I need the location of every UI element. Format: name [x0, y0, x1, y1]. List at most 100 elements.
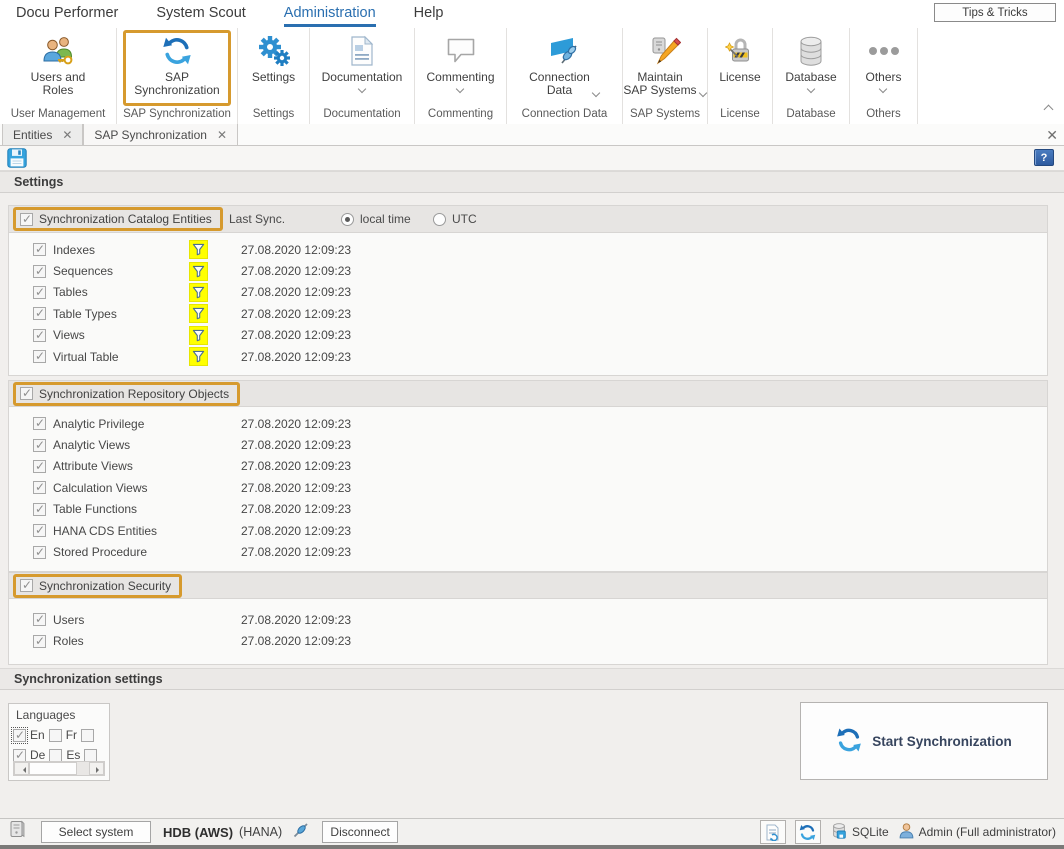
help-book-icon[interactable]	[1034, 149, 1054, 166]
select-system-button[interactable]: Select system	[41, 821, 151, 843]
ribbon-group-others: Others Others	[850, 28, 918, 124]
language-fr-checkbox[interactable]	[49, 729, 62, 742]
row-checkbox[interactable]	[33, 613, 46, 626]
row-checkbox[interactable]	[33, 265, 46, 278]
language-en-checkbox[interactable]	[13, 729, 26, 742]
languages-title: Languages	[9, 704, 109, 725]
security-row-users: Users 27.08.2020 12:09:23	[9, 609, 1047, 630]
row-checkbox[interactable]	[33, 635, 46, 648]
close-pane-icon[interactable]: ✕	[1046, 127, 1058, 144]
language-checkbox[interactable]	[81, 729, 94, 742]
report-document-button[interactable]	[760, 820, 786, 844]
catalog-entities-checkbox[interactable]	[20, 213, 33, 226]
filter-icon[interactable]	[189, 240, 208, 259]
database-button[interactable]: Database	[773, 28, 849, 106]
row-checkbox[interactable]	[33, 417, 46, 430]
security-checkbox[interactable]	[20, 579, 33, 592]
language-es[interactable]: Es	[49, 748, 80, 762]
ribbon-caption-others: Others	[850, 106, 917, 124]
catalog-entities-header: Synchronization Catalog Entities Last Sy…	[9, 206, 1047, 233]
start-synchronization-button[interactable]: Start Synchronization	[800, 702, 1048, 780]
filter-icon[interactable]	[189, 262, 208, 281]
scroll-right-icon[interactable]	[89, 762, 104, 775]
save-icon[interactable]	[7, 148, 27, 168]
document-tabbar: Entities ✕ SAP Synchronization ✕ ✕	[0, 124, 1064, 146]
menubar: Docu Performer System Scout Administrati…	[0, 0, 1064, 28]
connection-data-button[interactable]: Connection Data	[507, 28, 622, 106]
filter-icon[interactable]	[189, 347, 208, 366]
tab-sap-synchronization[interactable]: SAP Synchronization ✕	[83, 124, 238, 145]
menu-system-scout[interactable]: System Scout	[156, 5, 245, 24]
tips-tricks-button[interactable]: Tips & Tricks	[934, 3, 1056, 22]
maintain-sap-systems-label: Maintain SAP Systems	[623, 71, 696, 97]
languages-scrollbar[interactable]	[13, 761, 105, 776]
ellipsis-icon	[867, 33, 901, 69]
settings-button[interactable]: Settings	[238, 28, 309, 106]
language-clipped[interactable]	[84, 749, 97, 762]
row-checkbox[interactable]	[33, 439, 46, 452]
tab-close-icon[interactable]: ✕	[62, 130, 72, 140]
repository-row-table-functions: Table Functions 27.08.2020 12:09:23	[9, 499, 1047, 520]
chevron-down-icon	[700, 90, 707, 97]
languages-panel: Languages En Fr De	[8, 703, 110, 781]
disconnect-button[interactable]: Disconnect	[322, 821, 398, 843]
row-checkbox[interactable]	[33, 524, 46, 537]
menu-help[interactable]: Help	[414, 5, 444, 24]
row-checkbox[interactable]	[33, 460, 46, 473]
sync-status-button[interactable]	[795, 820, 821, 844]
row-checkbox[interactable]	[33, 481, 46, 494]
sqlite-database-icon	[830, 822, 848, 843]
repository-objects-checkbox[interactable]	[20, 387, 33, 400]
language-de-checkbox[interactable]	[13, 749, 26, 762]
radio-local-time[interactable]: local time	[341, 212, 411, 226]
documentation-label: Documentation	[322, 71, 403, 84]
menu-docu-performer[interactable]: Docu Performer	[16, 5, 118, 24]
row-checkbox[interactable]	[33, 243, 46, 256]
ribbon: Users and Roles User Management SAP Sync…	[0, 28, 1064, 124]
row-checkbox[interactable]	[33, 286, 46, 299]
scroll-left-icon[interactable]	[14, 762, 29, 775]
language-checkbox[interactable]	[84, 749, 97, 762]
connection-pen-icon[interactable]	[292, 821, 310, 844]
language-es-checkbox[interactable]	[49, 749, 62, 762]
maintain-sap-systems-button[interactable]: Maintain SAP Systems	[623, 28, 707, 106]
filter-icon[interactable]	[189, 283, 208, 302]
row-checkbox[interactable]	[33, 503, 46, 516]
radio-utc-control[interactable]	[433, 213, 446, 226]
radio-utc[interactable]: UTC	[433, 212, 477, 226]
users-and-roles-button[interactable]: Users and Roles	[0, 28, 116, 106]
ribbon-group-documentation: Documentation Documentation	[310, 28, 415, 124]
chevron-down-icon	[808, 86, 815, 93]
language-clipped[interactable]	[81, 729, 94, 742]
tab-entities[interactable]: Entities ✕	[2, 124, 83, 145]
catalog-entities-box: Synchronization Catalog Entities Last Sy…	[8, 205, 1048, 376]
sap-synchronization-button[interactable]: SAP Synchronization	[123, 30, 231, 106]
connection-plug-icon	[549, 33, 581, 69]
filter-icon[interactable]	[189, 326, 208, 345]
row-checkbox[interactable]	[33, 307, 46, 320]
menu-administration[interactable]: Administration	[284, 5, 376, 27]
license-button[interactable]: License	[708, 28, 772, 106]
row-checkbox[interactable]	[33, 350, 46, 363]
others-button[interactable]: Others	[850, 28, 917, 106]
documentation-button[interactable]: Documentation	[310, 28, 414, 106]
tab-close-icon[interactable]: ✕	[217, 130, 227, 140]
commenting-button[interactable]: Commenting	[415, 28, 506, 106]
filter-icon[interactable]	[189, 304, 208, 323]
scrollbar-thumb[interactable]	[29, 762, 77, 775]
security-header: Synchronization Security	[9, 573, 1047, 599]
settings-label: Settings	[252, 71, 295, 84]
radio-local-time-control[interactable]	[341, 213, 354, 226]
security-row-roles: Roles 27.08.2020 12:09:23	[9, 630, 1047, 651]
language-de[interactable]: De	[13, 748, 45, 762]
ribbon-collapse-icon[interactable]	[1044, 104, 1054, 112]
ribbon-caption-sap-systems: SAP Systems	[623, 106, 707, 124]
ribbon-group-sap-systems: Maintain SAP Systems SAP Systems	[623, 28, 708, 124]
last-sync-timestamp: 27.08.2020 12:09:23	[241, 634, 1047, 648]
language-fr[interactable]: Fr	[49, 728, 77, 742]
row-checkbox[interactable]	[33, 329, 46, 342]
row-checkbox[interactable]	[33, 546, 46, 559]
language-en[interactable]: En	[13, 728, 45, 742]
admin-person-icon	[898, 822, 915, 842]
catalog-row-indexes: Indexes 27.08.2020 12:09:23	[9, 239, 1047, 260]
